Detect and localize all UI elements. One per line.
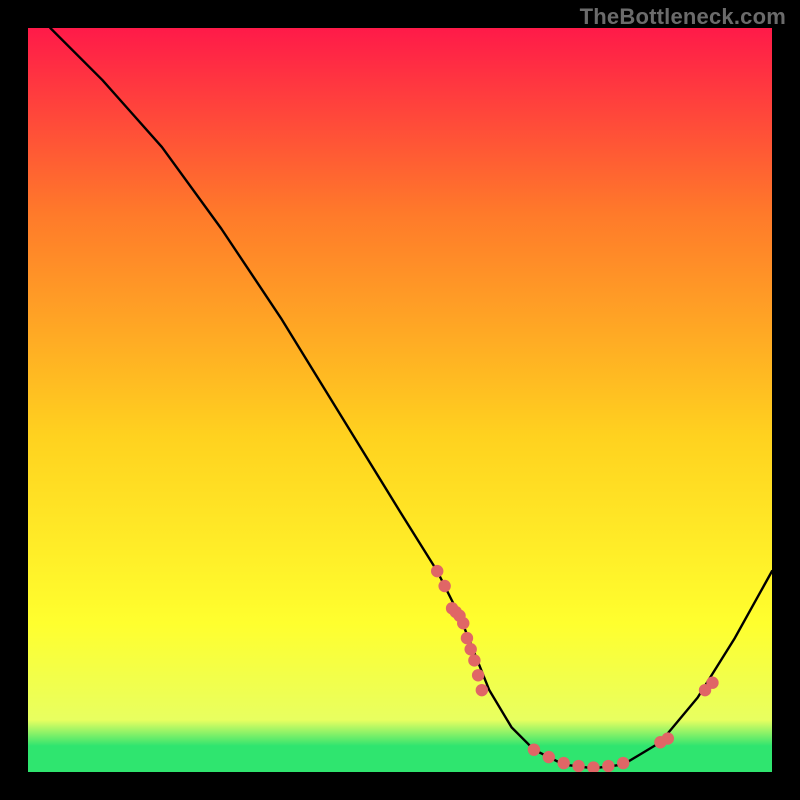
data-point bbox=[457, 617, 469, 629]
data-point bbox=[464, 643, 476, 655]
data-point bbox=[662, 732, 674, 744]
watermark-text: TheBottleneck.com bbox=[580, 4, 786, 30]
data-point bbox=[461, 632, 473, 644]
data-point bbox=[557, 757, 569, 769]
data-point bbox=[617, 757, 629, 769]
data-point bbox=[476, 684, 488, 696]
data-point bbox=[468, 654, 480, 666]
chart-plot-area bbox=[28, 28, 772, 772]
data-point bbox=[543, 751, 555, 763]
data-point bbox=[706, 677, 718, 689]
data-point bbox=[438, 580, 450, 592]
data-point bbox=[431, 565, 443, 577]
chart-svg bbox=[28, 28, 772, 772]
data-point bbox=[572, 760, 584, 772]
data-point bbox=[472, 669, 484, 681]
data-point bbox=[602, 760, 614, 772]
data-point bbox=[528, 743, 540, 755]
